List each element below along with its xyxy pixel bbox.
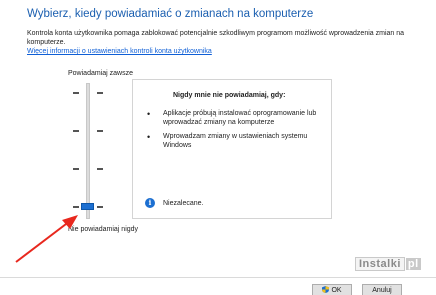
cancel-button-label: Anuluj bbox=[372, 287, 392, 294]
dialog-title: Wybierz, kiedy powiadamiać o zmianach na… bbox=[27, 8, 314, 20]
cancel-button[interactable]: Anuluj bbox=[362, 284, 402, 295]
slider-tick bbox=[97, 92, 103, 94]
watermark-suffix: pl bbox=[405, 258, 421, 270]
slider-bottom-label: Nie powiadamiaj nigdy bbox=[68, 226, 139, 233]
slider-tick bbox=[97, 168, 103, 170]
list-item: Wprowadzam zmiany w ustawieniach systemu… bbox=[147, 133, 327, 150]
more-info-link[interactable]: Więcej informacji o ustawieniach kontrol… bbox=[27, 48, 212, 55]
slider-tick bbox=[73, 168, 79, 170]
slider-tick bbox=[97, 130, 103, 132]
slider-tick bbox=[73, 92, 79, 94]
watermark-text: Instalki bbox=[355, 257, 405, 271]
list-item: Aplikacje próbują instalować oprogramowa… bbox=[147, 110, 327, 127]
shield-icon bbox=[322, 286, 330, 293]
dialog-description: Kontrola konta użytkownika pomaga zablok… bbox=[27, 30, 405, 46]
ok-button-label: OK bbox=[331, 287, 342, 294]
slider-thumb[interactable] bbox=[81, 203, 94, 210]
bullet-list: Aplikacje próbują instalować oprogramowa… bbox=[147, 110, 327, 156]
slider-tick bbox=[73, 130, 79, 132]
footer-divider bbox=[0, 277, 436, 278]
slider-top-label: Powiadamiaj zawsze bbox=[68, 70, 133, 77]
ok-button[interactable]: OK bbox=[312, 284, 352, 295]
setting-description-panel: Nigdy mnie nie powiadamiaj, gdy: Aplikac… bbox=[132, 79, 332, 219]
not-recommended-note: Niezalecane. bbox=[163, 200, 204, 207]
panel-title: Nigdy mnie nie powiadamiaj, gdy: bbox=[173, 92, 286, 99]
info-icon: i bbox=[145, 198, 155, 208]
slider-track[interactable] bbox=[86, 83, 90, 219]
slider-tick bbox=[97, 206, 103, 208]
slider-tick bbox=[73, 206, 79, 208]
watermark-logo: Instalki pl bbox=[355, 257, 427, 273]
